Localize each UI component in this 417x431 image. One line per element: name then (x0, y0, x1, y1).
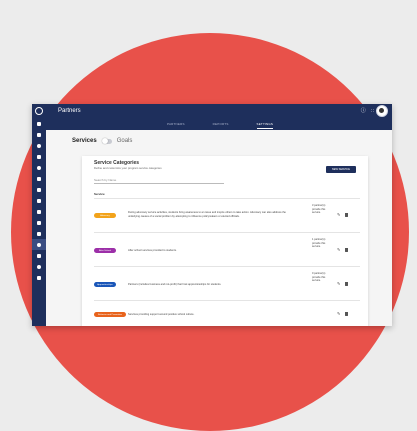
edit-icon[interactable]: ✎ (337, 212, 340, 217)
top-icons: ⓘ ∷ (361, 107, 374, 115)
delete-icon[interactable] (345, 282, 348, 286)
new-service-button[interactable]: NEW SERVICE (325, 166, 356, 173)
avatar[interactable] (376, 105, 388, 117)
partner-count: 0 partner(s) provide this service. (312, 272, 326, 282)
goals-label[interactable]: Goals (117, 138, 133, 144)
service-description: Partners (includes business and not-prof… (128, 283, 222, 286)
gear-icon[interactable] (32, 261, 46, 272)
tab-partners[interactable]: PARTNERS (167, 122, 185, 129)
home-icon[interactable] (32, 118, 46, 129)
partner-count: 1 partner(s) provide this service. (312, 238, 326, 248)
delete-icon[interactable] (345, 213, 348, 217)
service-badge: After School (94, 248, 116, 253)
service-badge: Advocacy (94, 213, 116, 218)
app-window: Partners PARTNERS REPORTS SETTINGS ⓘ ∷ S… (32, 104, 392, 326)
divider (94, 198, 360, 199)
column-header-service: Service (94, 192, 105, 196)
table-row: Behavior and Prevention Services providi… (94, 302, 360, 326)
divider (94, 232, 360, 233)
services-goals-toggle[interactable] (101, 137, 112, 144)
people-icon[interactable] (32, 151, 46, 162)
table-row: Advocacy During advocacy service activit… (94, 200, 360, 230)
service-badge: Behavior and Prevention (94, 312, 126, 317)
location-icon[interactable] (32, 162, 46, 173)
tab-settings[interactable]: SETTINGS (256, 122, 274, 129)
card-subtitle: Define and customize your program servic… (94, 166, 162, 170)
delete-icon[interactable] (345, 312, 348, 316)
search-input[interactable]: Search by Name (94, 178, 224, 184)
grid-icon[interactable]: ∷ (371, 108, 374, 114)
tab-reports[interactable]: REPORTS (213, 122, 229, 129)
top-bar: Partners PARTNERS REPORTS SETTINGS ⓘ ∷ (32, 104, 392, 130)
settings-circle-icon[interactable] (32, 239, 46, 250)
page-title: Partners (58, 108, 81, 114)
service-categories-card: Service Categories Define and customize … (82, 156, 368, 326)
table-row: After School After school services provi… (94, 234, 360, 264)
divider (94, 300, 360, 301)
edit-icon[interactable]: ✎ (337, 247, 340, 252)
delete-icon[interactable] (345, 248, 348, 252)
list-icon[interactable] (32, 129, 46, 140)
table-row: Apprenticeships Partners (includes busin… (94, 268, 360, 298)
divider (94, 266, 360, 267)
mail-icon[interactable] (32, 184, 46, 195)
service-badge: Apprenticeships (94, 282, 116, 287)
services-goals-switch: Services Goals (72, 137, 133, 144)
user-icon[interactable] (32, 140, 46, 151)
service-description: After school services provided to studen… (128, 249, 177, 252)
help-icon[interactable]: ⓘ (361, 107, 366, 114)
top-nav: PARTNERS REPORTS SETTINGS (167, 122, 274, 129)
services-label[interactable]: Services (72, 138, 97, 144)
main-content: Services Goals Service Categories Define… (46, 130, 392, 326)
app-logo-icon[interactable] (32, 104, 46, 118)
edit-icon[interactable]: ✎ (337, 281, 340, 286)
partner-count: 3 partner(s) provide this service. (312, 204, 326, 214)
filter-icon[interactable] (32, 195, 46, 206)
service-description: Services providing support around positi… (128, 313, 195, 316)
checklist-icon[interactable] (32, 206, 46, 217)
edit-icon[interactable]: ✎ (337, 311, 340, 316)
star-icon[interactable] (32, 228, 46, 239)
clipboard-icon[interactable] (32, 173, 46, 184)
phone-icon[interactable] (32, 272, 46, 283)
export-icon[interactable] (32, 217, 46, 228)
calendar-icon[interactable] (32, 250, 46, 261)
sidebar (32, 118, 46, 326)
service-description: During advocacy service activities, stud… (128, 211, 286, 218)
